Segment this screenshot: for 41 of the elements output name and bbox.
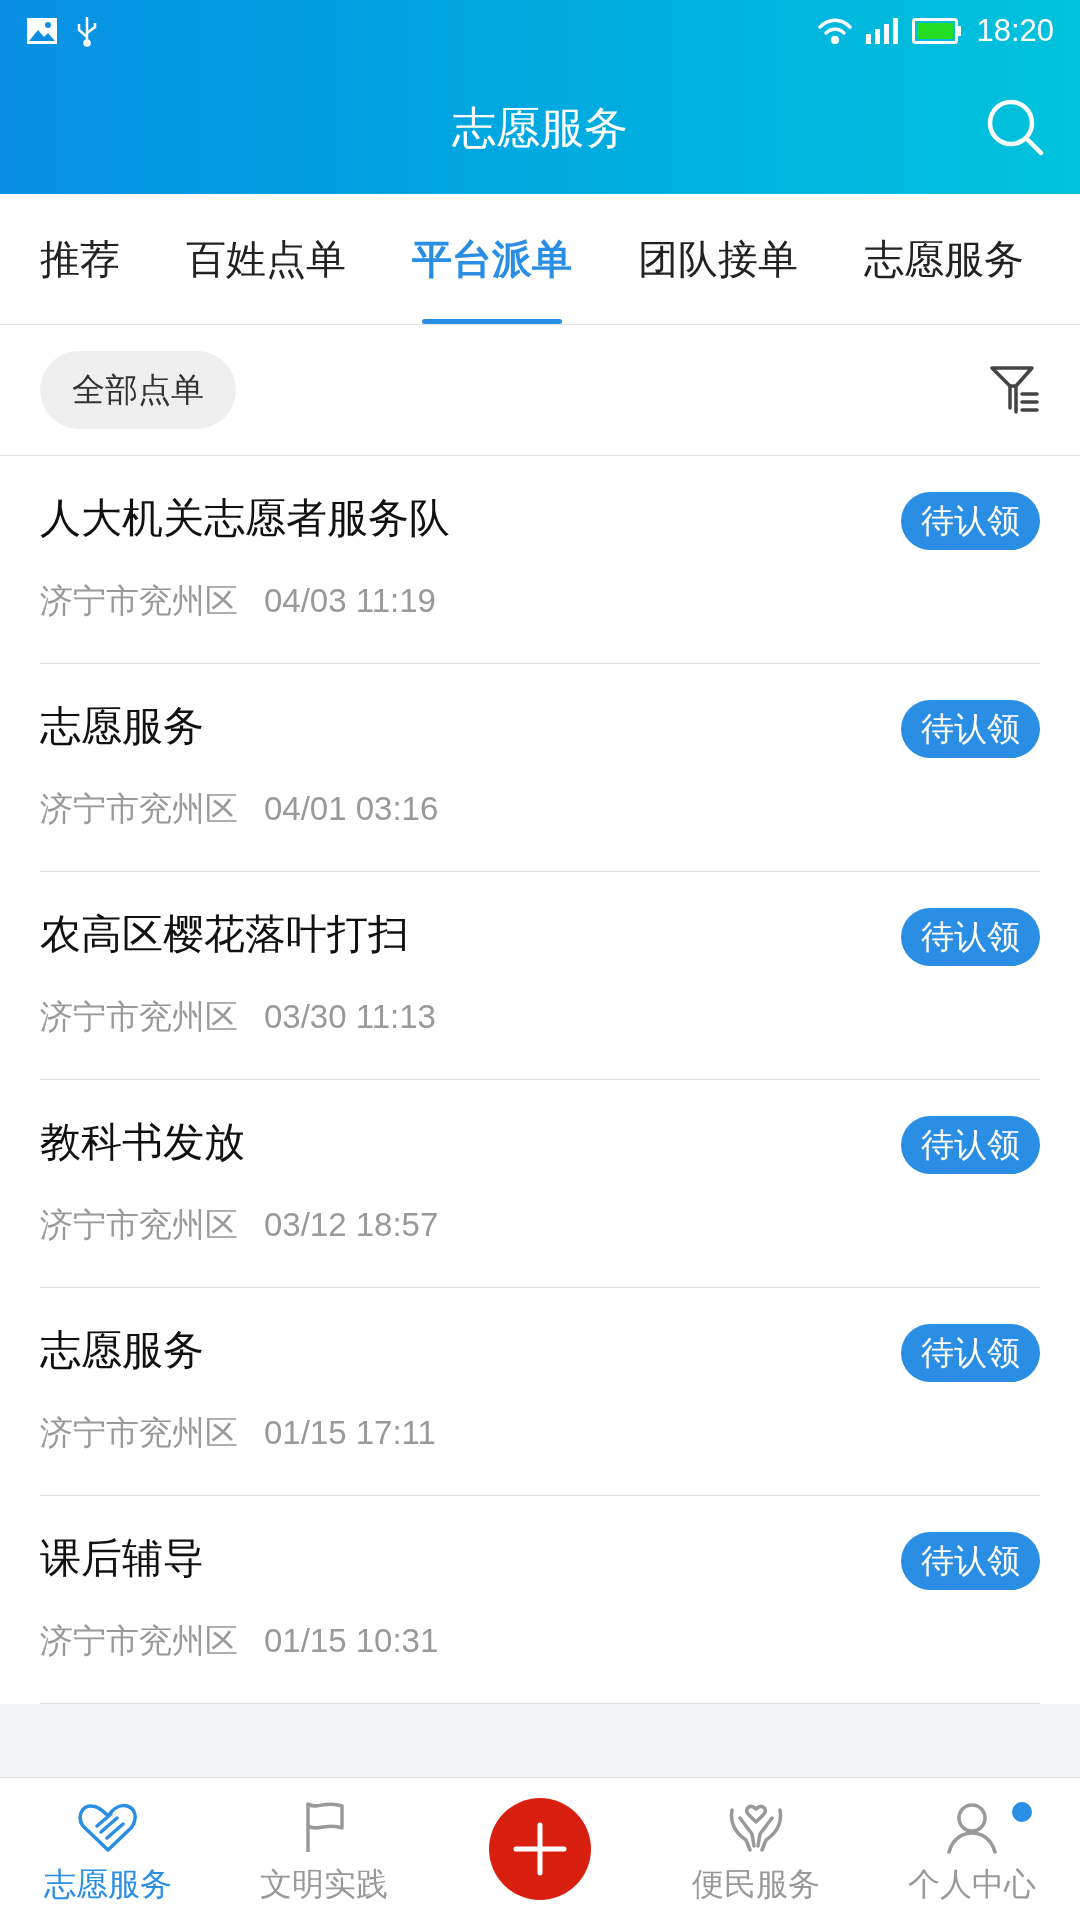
category-tab[interactable]: 百姓点单 [186,194,346,324]
order-time: 03/12 18:57 [264,1204,439,1245]
page-title: 志愿服务 [452,102,628,154]
order-title[interactable]: 志愿服务 [40,696,439,758]
order-time: 04/03 11:19 [264,580,436,621]
status-badge: 待认领 [901,1532,1040,1590]
order-location: 济宁市兖州区 [40,1204,238,1245]
order-time: 03/30 11:13 [264,996,436,1037]
search-icon [986,98,1044,156]
order-location: 济宁市兖州区 [40,1412,238,1453]
status-badge: 待认领 [901,908,1040,966]
order-location: 济宁市兖州区 [40,996,238,1037]
status-time: 18:20 [976,11,1054,50]
battery-icon [912,18,963,44]
order-location: 济宁市兖州区 [40,788,238,829]
filter-button[interactable] [990,366,1040,414]
order-title[interactable]: 课后辅导 [40,1528,439,1590]
wifi-icon [818,18,853,44]
status-badge: 待认领 [901,492,1040,550]
signal-icon [866,18,899,44]
order-title[interactable]: 教科书发放 [40,1112,439,1174]
order-title[interactable]: 志愿服务 [40,1320,436,1382]
filter-icon [990,366,1040,414]
order-title[interactable]: 人大机关志愿者服务队 [40,488,450,550]
usb-icon [76,15,98,47]
status-badge: 待认领 [901,1116,1040,1174]
filter-chip[interactable]: 全部点单 [40,351,236,429]
status-badge: 待认领 [901,700,1040,758]
category-tab[interactable]: 团队接单 [638,194,798,324]
order-time: 01/15 10:31 [264,1620,439,1661]
person-icon [945,1800,999,1854]
order-title[interactable]: 农高区樱花落叶打扫 [40,904,436,966]
order-location: 济宁市兖州区 [40,1620,238,1661]
image-icon [26,17,58,45]
category-tab[interactable]: 志愿服务 [864,194,1024,324]
order-time: 01/15 17:11 [264,1412,436,1453]
order-time: 04/01 03:16 [264,788,439,829]
order-location: 济宁市兖州区 [40,580,238,621]
plus-icon [512,1821,568,1877]
category-tab[interactable]: 推荐 [40,194,120,324]
status-badge: 待认领 [901,1324,1040,1382]
